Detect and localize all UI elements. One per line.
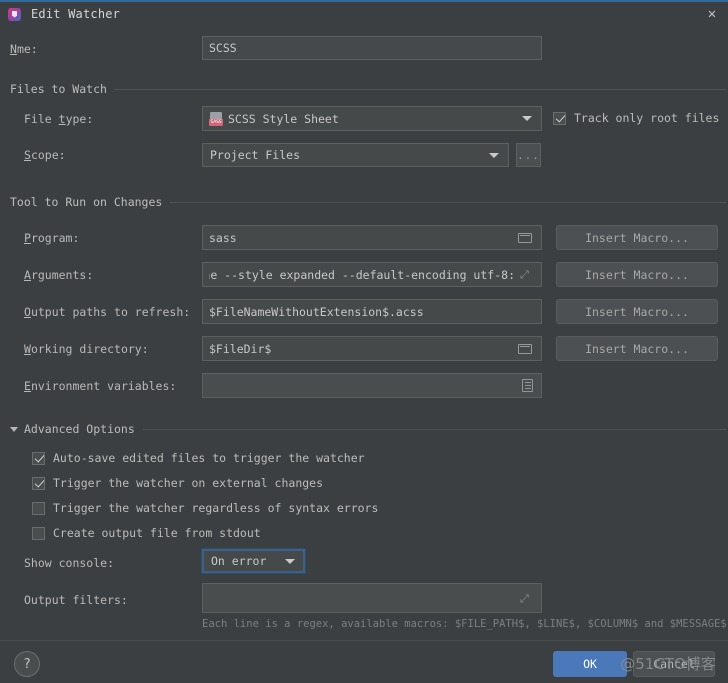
name-input-value: SCSS — [209, 41, 237, 55]
insert-macro-button-working-directory[interactable]: Insert Macro... — [556, 336, 718, 361]
checkbox-auto-save-edited-files[interactable]: Auto-save edited files to trigger the wa… — [32, 451, 365, 465]
checkbox-label: Trigger the watcher regardless of syntax… — [53, 501, 379, 515]
output-filters-label: Output filters: — [24, 593, 128, 607]
output-filters-input[interactable]: ⤢ — [202, 583, 542, 613]
intellij-idea-icon — [8, 7, 21, 21]
footer-divider — [0, 640, 728, 641]
insert-macro-button-arguments[interactable]: Insert Macro... — [556, 262, 718, 287]
working-directory-input[interactable]: $FileDir$ — [202, 336, 542, 361]
arguments-input-value: :map=none --style expanded --default-enc… — [209, 267, 515, 282]
checkbox-trigger-on-external-changes[interactable]: Trigger the watcher on external changes — [32, 476, 323, 490]
section-tool-to-run: Tool to Run on Changes — [10, 195, 726, 209]
section-tool-to-run-label: Tool to Run on Changes — [10, 195, 163, 209]
checkbox-indicator — [32, 526, 45, 540]
section-files-to-watch-label: Files to Watch — [10, 82, 107, 96]
section-divider — [170, 201, 726, 203]
checkbox-indicator — [553, 111, 566, 125]
output-paths-input-value: $FileNameWithoutExtension$.acss — [209, 304, 424, 319]
scope-value: Project Files — [210, 148, 301, 162]
file-type-combo[interactable]: SASS SCSS Style Sheet — [202, 106, 542, 131]
section-files-to-watch: Files to Watch — [10, 82, 726, 96]
chevron-down-icon — [285, 558, 295, 564]
checkbox-label: Trigger the watcher on external changes — [53, 476, 324, 490]
environment-variables-label: Environment variables: — [24, 379, 177, 393]
insert-macro-button-output-paths[interactable]: Insert Macro... — [556, 299, 718, 324]
chevron-down-icon — [489, 152, 499, 158]
expand-icon[interactable]: ⤢ — [520, 268, 533, 281]
name-label: Nme: — [10, 42, 38, 56]
scss-icon-badge: SASS — [209, 118, 223, 126]
checkbox-indicator — [32, 476, 45, 490]
environment-variables-input[interactable] — [202, 373, 542, 398]
list-icon[interactable] — [522, 379, 533, 392]
checkbox-indicator — [32, 501, 45, 515]
output-paths-label: Output paths to refresh: — [24, 305, 191, 319]
section-divider — [114, 88, 726, 90]
close-icon[interactable]: ✕ — [704, 6, 720, 22]
help-button[interactable]: ? — [14, 651, 40, 677]
output-filters-hint: Each line is a regex, available macros: … — [202, 618, 727, 630]
scss-file-icon: SASS — [209, 111, 223, 126]
show-console-combo[interactable]: On error — [202, 549, 305, 573]
arguments-input[interactable]: :map=none --style expanded --default-enc… — [202, 262, 542, 287]
folder-icon[interactable] — [518, 232, 533, 244]
file-type-label: File type: — [24, 112, 94, 126]
show-console-value: On error — [211, 554, 267, 568]
program-label: Program: — [24, 231, 80, 245]
checkbox-trigger-regardless-syntax-errors[interactable]: Trigger the watcher regardless of syntax… — [32, 501, 378, 515]
folder-icon[interactable] — [518, 343, 533, 355]
program-input-value: sass — [209, 230, 237, 245]
checkbox-label: Auto-save edited files to trigger the wa… — [53, 451, 365, 465]
cancel-button[interactable]: Cancel — [633, 651, 715, 677]
scope-combo[interactable]: Project Files — [202, 143, 509, 167]
insert-macro-button-program[interactable]: Insert Macro... — [556, 225, 718, 250]
collapse-triangle-icon[interactable] — [10, 426, 18, 432]
section-advanced-options[interactable]: Advanced Options — [10, 422, 726, 436]
title-bar: Edit Watcher ✕ — [0, 2, 728, 26]
expand-icon[interactable]: ⤢ — [520, 592, 533, 605]
chevron-down-icon — [522, 116, 532, 121]
window-title: Edit Watcher — [31, 7, 121, 21]
section-advanced-options-label: Advanced Options — [24, 422, 135, 436]
show-console-label: Show console: — [24, 556, 115, 570]
arguments-label: Arguments: — [24, 268, 94, 282]
checkbox-indicator — [32, 451, 45, 465]
working-directory-label: Working directory: — [24, 342, 149, 356]
section-divider — [142, 428, 726, 430]
ok-button[interactable]: OK — [553, 651, 627, 677]
track-only-root-files-checkbox[interactable]: Track only root files — [553, 111, 719, 125]
working-directory-input-value: $FileDir$ — [209, 341, 272, 356]
scope-label: Scope: — [24, 148, 66, 162]
name-input[interactable]: SCSS — [202, 36, 542, 60]
output-paths-input[interactable]: $FileNameWithoutExtension$.acss — [202, 299, 542, 324]
scope-browse-button[interactable]: ... — [516, 143, 541, 167]
file-type-value: SCSS Style Sheet — [228, 111, 339, 126]
checkbox-create-output-file-from-stdout[interactable]: Create output file from stdout — [32, 526, 261, 540]
track-only-root-files-label: Track only root files — [574, 111, 720, 125]
checkbox-label: Create output file from stdout — [53, 526, 261, 540]
program-input[interactable]: sass — [202, 225, 542, 250]
